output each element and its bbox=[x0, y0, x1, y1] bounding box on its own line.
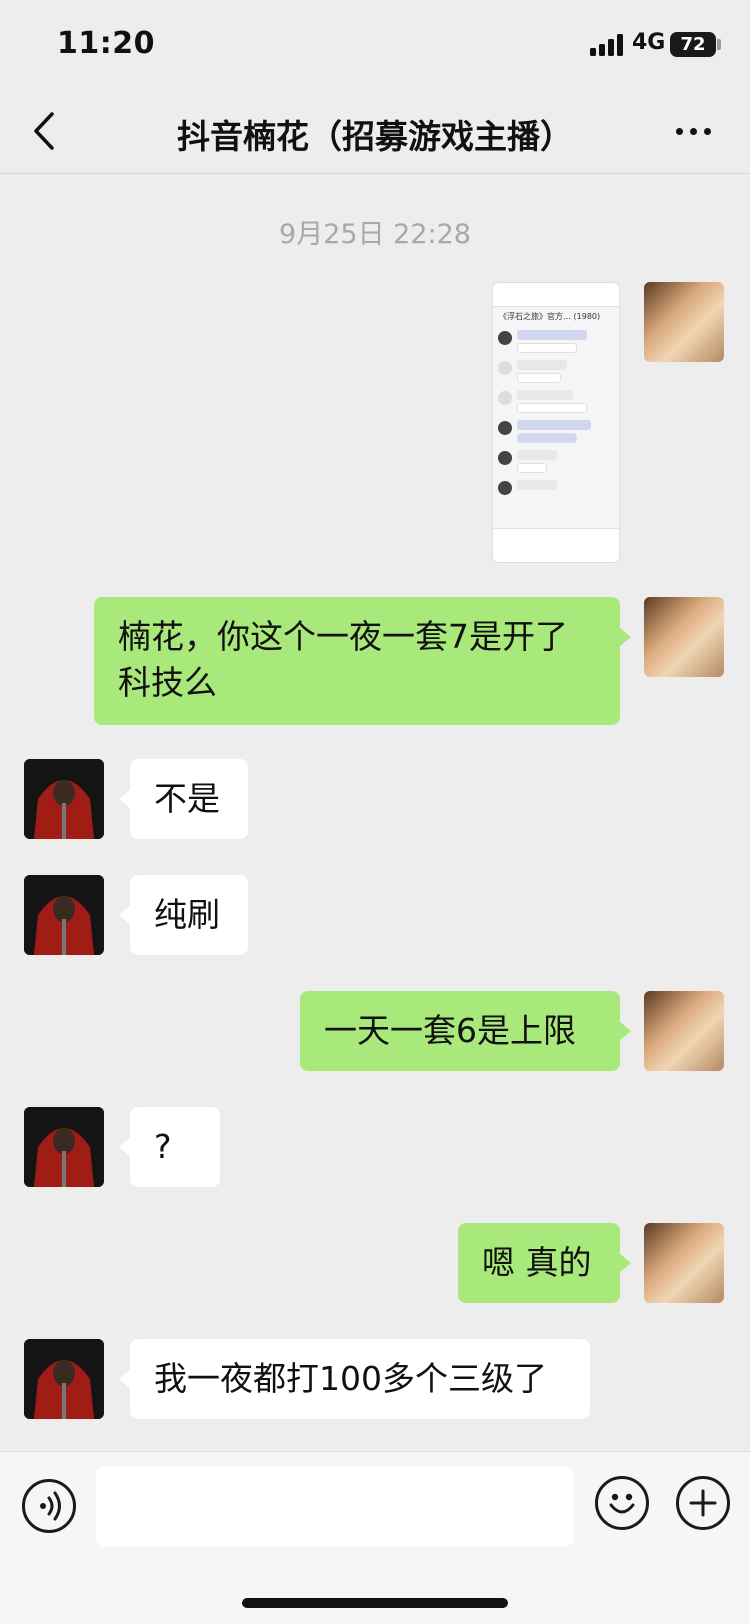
avatar-contact[interactable] bbox=[24, 759, 104, 839]
message-text: 嗯 真的 bbox=[482, 1243, 592, 1282]
message-bubble-received[interactable]: ? bbox=[119, 1107, 220, 1187]
message-bubble-sent[interactable]: 一天一套6是上限 bbox=[300, 991, 631, 1071]
message-text: 不是 bbox=[154, 779, 220, 818]
voice-button[interactable] bbox=[22, 1479, 76, 1533]
back-button[interactable] bbox=[22, 106, 72, 156]
message-bubble-received[interactable]: 我一夜都打100多个三级了 bbox=[119, 1339, 590, 1419]
message-bubble-received[interactable]: 纯刷 bbox=[119, 875, 248, 955]
message-text: 我一夜都打100多个三级了 bbox=[154, 1359, 547, 1398]
message-text: 楠花，你这个一夜一套7是开了科技么 bbox=[118, 617, 568, 702]
message-timestamp: 9月25日 22:28 bbox=[279, 219, 471, 250]
avatar-self[interactable] bbox=[644, 282, 724, 362]
hooded-figure-icon bbox=[24, 875, 104, 955]
image-message[interactable]: 《浮石之旅》官方… (1980) bbox=[492, 282, 620, 563]
hooded-figure-icon bbox=[24, 1339, 104, 1419]
image-title: 《浮石之旅》官方… (1980) bbox=[499, 312, 601, 321]
signal-icon bbox=[590, 34, 626, 56]
input-bar bbox=[0, 1451, 750, 1624]
image-bottombar bbox=[493, 528, 619, 562]
avatar-contact[interactable] bbox=[24, 1339, 104, 1419]
message-bubble-sent[interactable]: 嗯 真的 bbox=[458, 1223, 631, 1303]
emoji-button[interactable] bbox=[595, 1476, 649, 1530]
plus-button[interactable] bbox=[676, 1476, 730, 1530]
message-bubble-sent[interactable]: 楠花，你这个一夜一套7是开了科技么 bbox=[94, 597, 631, 725]
avatar-contact[interactable] bbox=[24, 1107, 104, 1187]
message-text: ? bbox=[154, 1127, 172, 1166]
hooded-figure-icon bbox=[24, 1107, 104, 1187]
image-topbar bbox=[493, 283, 619, 307]
hooded-figure-icon bbox=[24, 759, 104, 839]
battery-icon: 72 bbox=[670, 32, 716, 57]
smiley-icon bbox=[609, 1493, 635, 1514]
chevron-left-icon bbox=[34, 112, 54, 150]
avatar-self[interactable] bbox=[644, 597, 724, 677]
voice-wave-icon bbox=[40, 1491, 61, 1521]
home-indicator bbox=[242, 1598, 508, 1608]
chat-title: 抖音楠花（招募游戏主播） bbox=[177, 117, 573, 156]
message-text: 一天一套6是上限 bbox=[324, 1011, 576, 1050]
more-icon bbox=[676, 128, 683, 135]
avatar-self[interactable] bbox=[644, 991, 724, 1071]
message-input[interactable] bbox=[96, 1466, 574, 1546]
chat-header: 抖音楠花（招募游戏主播） bbox=[0, 88, 750, 174]
avatar-contact[interactable] bbox=[24, 875, 104, 955]
avatar-self[interactable] bbox=[644, 1223, 724, 1303]
network-type: 4G bbox=[632, 30, 666, 55]
more-button[interactable] bbox=[668, 108, 718, 154]
battery-tip bbox=[717, 39, 721, 50]
message-bubble-received[interactable]: 不是 bbox=[119, 759, 248, 839]
plus-icon bbox=[689, 1489, 717, 1517]
message-text: 纯刷 bbox=[154, 895, 220, 934]
status-bar: 11:20 4G 72 bbox=[0, 0, 750, 88]
status-time: 11:20 bbox=[57, 26, 155, 61]
